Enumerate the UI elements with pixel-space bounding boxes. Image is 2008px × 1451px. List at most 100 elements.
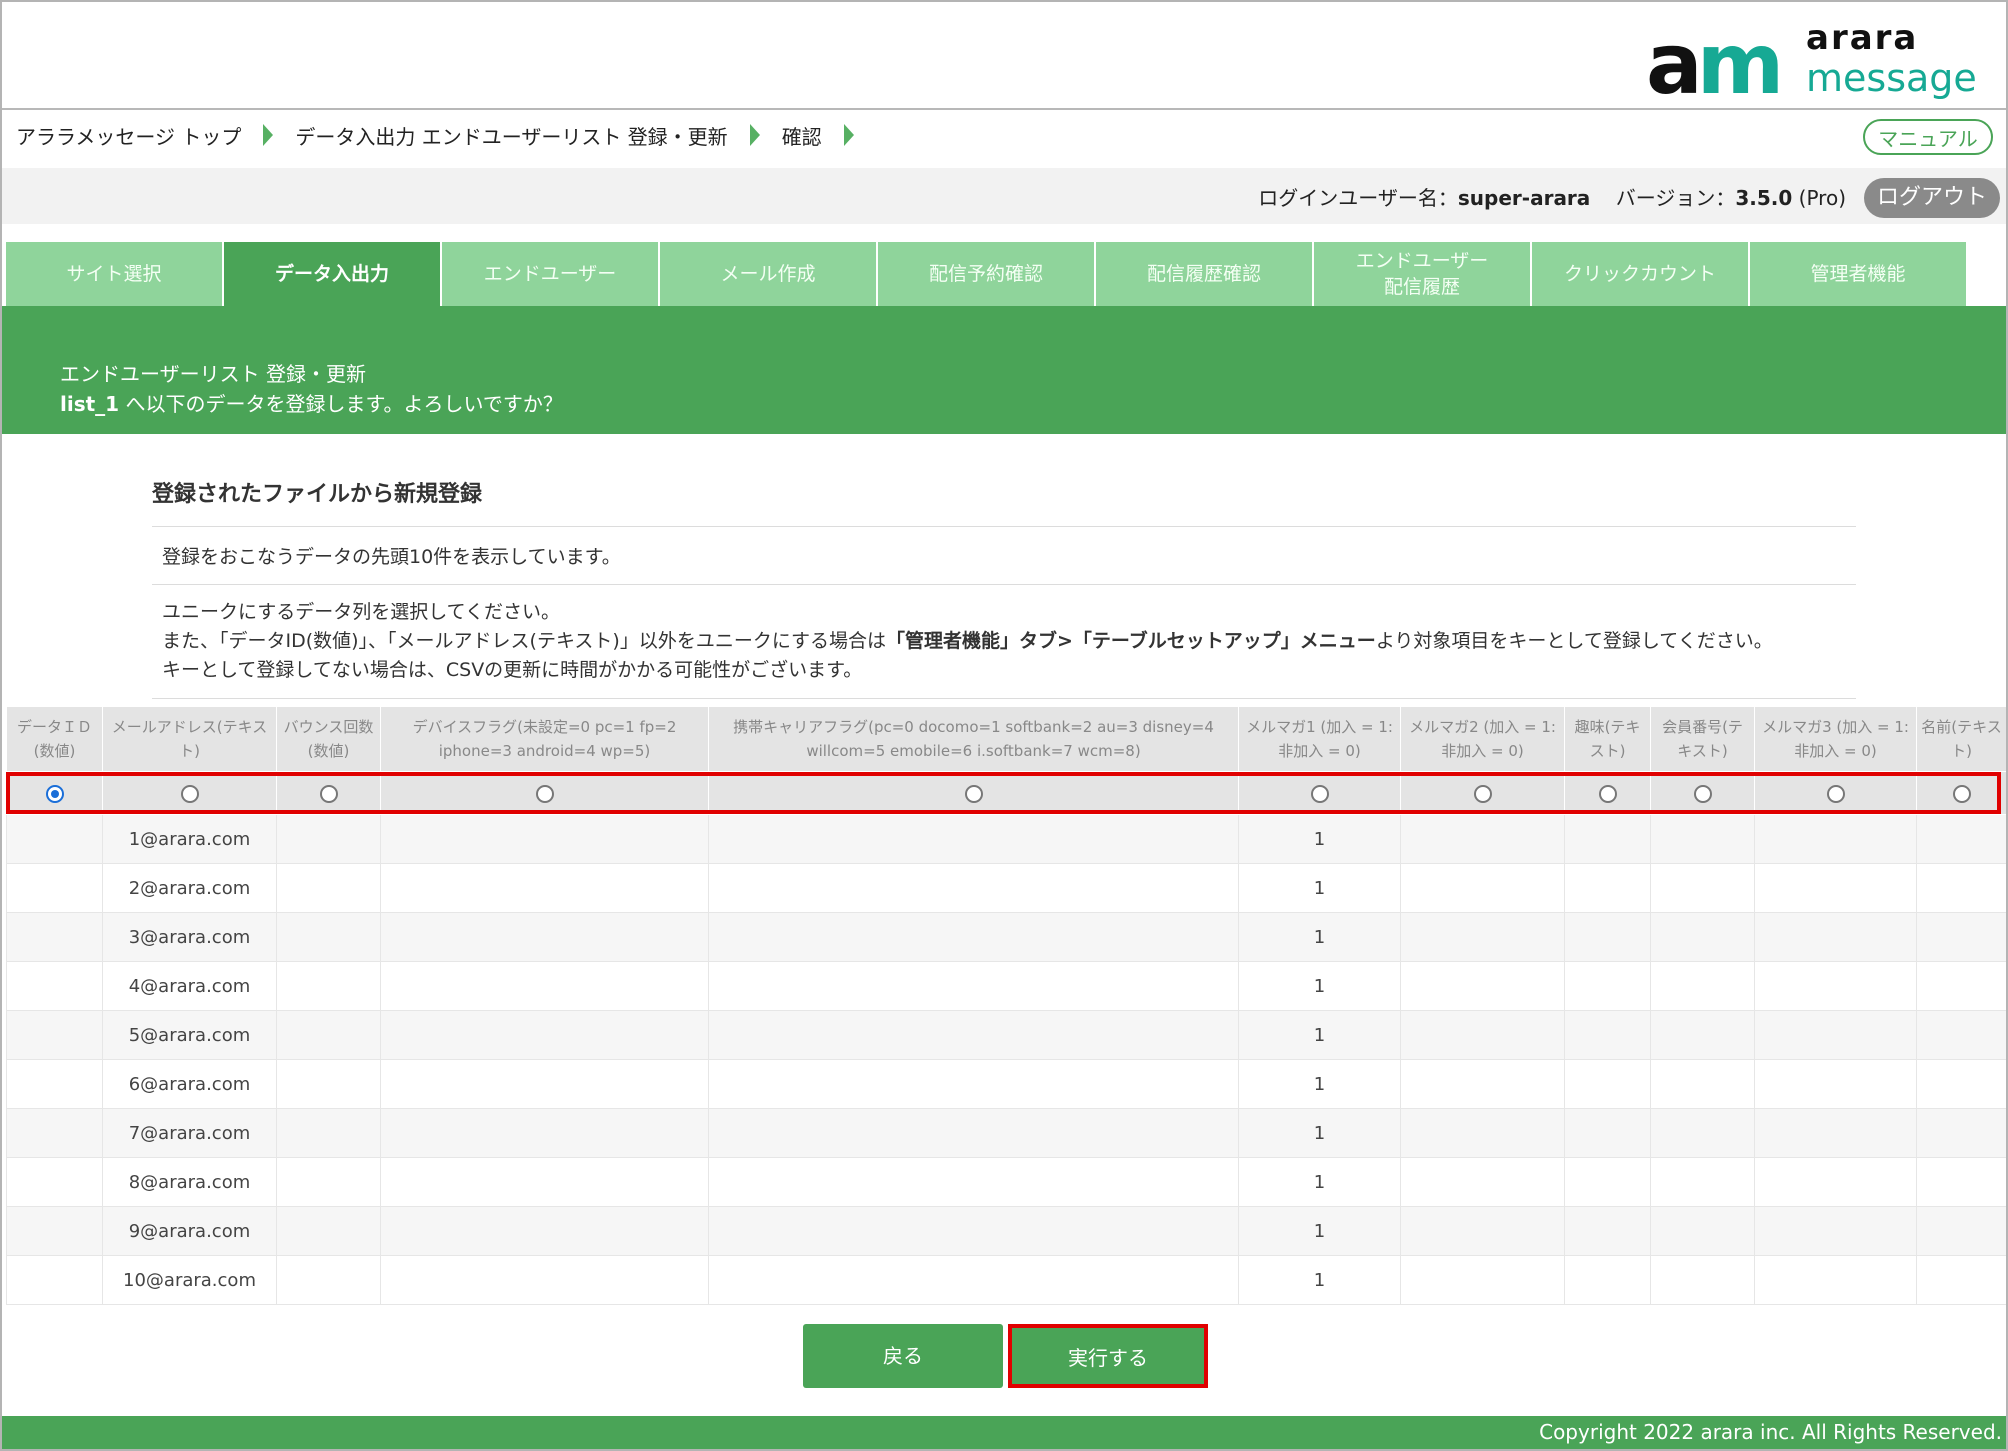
table-cell [1916, 1206, 2006, 1256]
logo-word-message: message [1806, 56, 1977, 100]
table-cell [6, 814, 103, 864]
table-cell [1564, 912, 1651, 962]
tab-2[interactable]: エンドユーザー [442, 242, 658, 306]
tab-5[interactable]: 配信履歴確認 [1096, 242, 1312, 306]
unique-column-radio[interactable] [1473, 784, 1492, 803]
instruction-text-a: また、「データID(数値)」、「メールアドレス(テキスト)」以外をユニークにする… [162, 630, 887, 652]
unique-column-radio[interactable] [45, 784, 64, 803]
tab-1[interactable]: データ入出力 [224, 242, 440, 306]
unique-column-radio[interactable] [1310, 784, 1329, 803]
table-cell [380, 1255, 709, 1305]
table-row: 6@arara.com 1 [6, 1059, 2006, 1109]
table-cell [1916, 1059, 2006, 1109]
table-cell: 1 [1238, 1108, 1401, 1158]
table-cell [380, 961, 709, 1011]
table-cell [6, 1206, 103, 1256]
unique-column-radio[interactable] [1952, 784, 1971, 803]
unique-column-radio[interactable] [535, 784, 554, 803]
execute-button[interactable]: 実行する [1008, 1324, 1208, 1388]
table-cell [380, 1010, 709, 1060]
table-cell: 7@arara.com [102, 1108, 277, 1158]
table-cell [1650, 1255, 1755, 1305]
table-cell [1400, 1059, 1565, 1109]
unique-column-radio[interactable] [1826, 784, 1845, 803]
table-cell: 5@arara.com [102, 1010, 277, 1060]
table-cell [708, 814, 1239, 864]
instruction-line-1: ユニークにするデータ列を選択してください。 [162, 601, 561, 623]
table-cell [1400, 961, 1565, 1011]
divider [152, 584, 1856, 585]
logo-mark-m: m [1696, 15, 1784, 113]
table-cell [1650, 863, 1755, 913]
radio-cell [708, 771, 1239, 815]
table-cell: 1 [1238, 863, 1401, 913]
table-cell: 1 [1238, 814, 1401, 864]
table-cell: 1 [1238, 1255, 1401, 1305]
table-cell [1400, 1157, 1565, 1207]
table-cell [276, 1255, 381, 1305]
banner-message: list_1 へ以下のデータを登録します。よろしいですか？ [60, 388, 563, 417]
table-cell [1916, 912, 2006, 962]
table-cell [380, 912, 709, 962]
table-cell [6, 961, 103, 1011]
breadcrumb-item-data-io[interactable]: データ入出力 エンドユーザーリスト 登録・更新 [295, 121, 727, 150]
column-header: 会員番号(テキスト) [1650, 706, 1755, 772]
table-cell [1754, 1255, 1917, 1305]
table-cell [6, 1108, 103, 1158]
table-cell [1564, 1157, 1651, 1207]
unique-column-radio[interactable] [319, 784, 338, 803]
table-cell [276, 912, 381, 962]
table-row: 9@arara.com 1 [6, 1206, 2006, 1256]
radio-cell [6, 771, 103, 815]
unique-column-radio[interactable] [180, 784, 199, 803]
radio-cell [1650, 771, 1755, 815]
table-header-row: データＩＤ(数値) メールアドレス(テキスト) バウンス回数(数値) デバイスフラグ(… [6, 706, 2006, 772]
table-cell [6, 1255, 103, 1305]
table-cell [1400, 863, 1565, 913]
unique-column-radio[interactable] [1693, 784, 1712, 803]
table-cell [1400, 1206, 1565, 1256]
unique-column-radio[interactable] [1598, 784, 1617, 803]
table-cell [1916, 1255, 2006, 1305]
tab-3[interactable]: メール作成 [660, 242, 876, 306]
table-cell [276, 863, 381, 913]
table-cell: 1 [1238, 1157, 1401, 1207]
tab-4[interactable]: 配信予約確認 [878, 242, 1094, 306]
table-cell: 2@arara.com [102, 863, 277, 913]
table-cell [708, 912, 1239, 962]
tab-6[interactable]: エンドユーザー 配信履歴 [1314, 242, 1530, 306]
radio-cell [102, 771, 277, 815]
table-cell [708, 1206, 1239, 1256]
radio-cell [1916, 771, 2006, 815]
table-cell [1564, 1010, 1651, 1060]
breadcrumb-item-top[interactable]: アララメッセージ トップ [16, 121, 241, 150]
radio-cell [1238, 771, 1401, 815]
tab-0[interactable]: サイト選択 [6, 242, 222, 306]
page-banner: エンドユーザーリスト 登録・更新 list_1 へ以下のデータを登録します。よろ… [2, 306, 2006, 434]
table-cell [276, 1010, 381, 1060]
table-cell: 10@arara.com [102, 1255, 277, 1305]
back-button[interactable]: 戻る [803, 1324, 1003, 1388]
banner-message-text: へ以下のデータを登録します。よろしいですか？ [119, 392, 563, 416]
table-cell [1564, 1206, 1651, 1256]
radio-cell [1400, 771, 1565, 815]
table-cell: 1 [1238, 1206, 1401, 1256]
version-label: バージョン： [1615, 186, 1736, 210]
app-window: am arara message アララメッセージ トップ データ入出力 エンド… [0, 0, 2008, 1451]
table-cell [1564, 1108, 1651, 1158]
table-cell [276, 1108, 381, 1158]
login-user-label: ログインユーザー名： [1258, 186, 1458, 210]
table-cell [1400, 1010, 1565, 1060]
table-row: 1@arara.com 1 [6, 814, 2006, 864]
table-cell [276, 1157, 381, 1207]
unique-column-radio[interactable] [964, 784, 983, 803]
table-cell [708, 1108, 1239, 1158]
tab-7[interactable]: クリックカウント [1532, 242, 1748, 306]
tab-8[interactable]: 管理者機能 [1750, 242, 1966, 306]
logout-button[interactable]: ログアウト [1864, 178, 2000, 218]
table-cell [708, 1010, 1239, 1060]
table-row: 3@arara.com 1 [6, 912, 2006, 962]
table-cell [1650, 1157, 1755, 1207]
radio-cell [380, 771, 709, 815]
manual-button[interactable]: マニュアル [1863, 119, 1993, 155]
